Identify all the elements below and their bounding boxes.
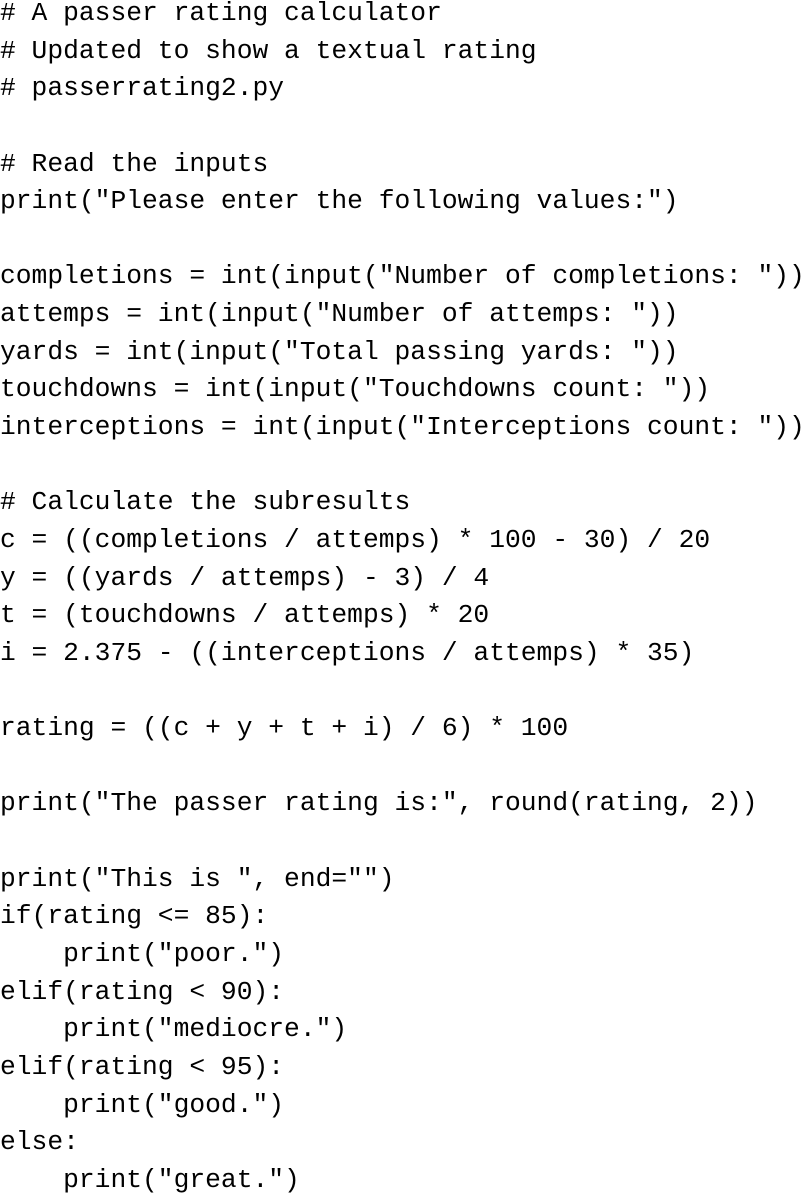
code-line-yards-input: yards = int(input("Total passing yards: … [0, 336, 679, 367]
code-line-calc-i: i = 2.375 - ((interceptions / attemps) *… [0, 637, 695, 668]
code-line-comment-title: # A passer rating calculator [0, 0, 442, 28]
code-line-comment-description: # Updated to show a textual rating [0, 35, 537, 66]
code-line-attemps-input: attemps = int(input("Number of attemps: … [0, 299, 679, 330]
code-line-calc-rating: rating = ((c + y + t + i) / 6) * 100 [0, 713, 569, 744]
code-listing: # A passer rating calculator # Updated to… [0, 0, 805, 1200]
code-line-comment-read-inputs: # Read the inputs [0, 148, 269, 179]
code-line-print-good: print("good.") [0, 1089, 285, 1120]
code-line-calc-y: y = ((yards / attemps) - 3) / 4 [0, 562, 490, 593]
code-line-print-rating: print("The passer rating is:", round(rat… [0, 788, 758, 819]
code-line-completions-input: completions = int(input("Number of compl… [0, 261, 805, 292]
code-line-print-great: print("great.") [0, 1164, 300, 1195]
code-line-print-poor: print("poor.") [0, 939, 285, 970]
code-line-touchdowns-input: touchdowns = int(input("Touchdowns count… [0, 374, 711, 405]
code-line-elif-mediocre: elif(rating < 90): [0, 976, 285, 1007]
code-line-print-mediocre: print("mediocre.") [0, 1014, 348, 1045]
code-line-interceptions-input: interceptions = int(input("Interceptions… [0, 412, 805, 443]
code-line-comment-filename: # passerrating2.py [0, 73, 285, 104]
code-line-calc-c: c = ((completions / attemps) * 100 - 30)… [0, 524, 711, 555]
code-line-elif-good: elif(rating < 95): [0, 1051, 285, 1082]
code-line-calc-t: t = (touchdowns / attemps) * 20 [0, 600, 490, 631]
code-line-if-poor: if(rating <= 85): [0, 901, 269, 932]
code-line-else: else: [0, 1127, 79, 1158]
code-line-comment-subresults: # Calculate the subresults [0, 487, 411, 518]
code-line-print-this-is: print("This is ", end="") [0, 863, 395, 894]
code-line-print-prompt: print("Please enter the following values… [0, 186, 679, 217]
